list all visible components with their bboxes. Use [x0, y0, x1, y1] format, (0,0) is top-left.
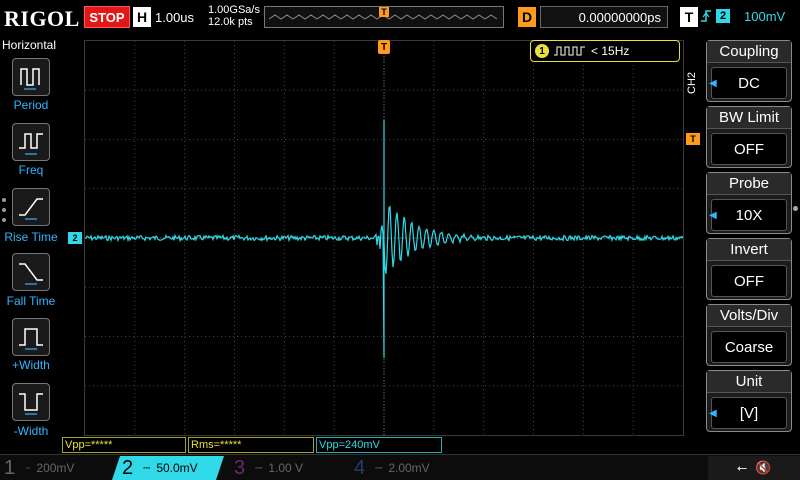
probe-value: 10X — [711, 199, 787, 231]
frequency-counter: 1 < 15Hz — [530, 40, 680, 62]
positive-width-label: +Width — [12, 358, 50, 372]
scroll-dot — [2, 208, 6, 212]
left-arrow-icon: ◀ — [709, 408, 717, 419]
sample-rate: 1.00GSa/s — [208, 4, 260, 16]
timebase-value[interactable]: 1.00us — [155, 10, 194, 25]
sound-muted-icon: 🔇 — [755, 460, 772, 475]
trigger-settings[interactable]: 2 100mV — [700, 8, 785, 24]
volts-div-value: Coarse — [711, 331, 787, 363]
delay-value[interactable]: 0.00000000ps — [540, 6, 668, 28]
measure-menu-title: Horizontal — [2, 38, 57, 52]
negative-width-icon — [19, 393, 43, 415]
probe-menu-item[interactable]: Probe 10X ◀ — [706, 172, 792, 234]
channel-3-scale: 1.00 V — [268, 461, 304, 475]
rise-time-button[interactable] — [12, 188, 50, 226]
invert-value: OFF — [711, 265, 787, 297]
scroll-dot — [2, 198, 6, 202]
channel-1-number: 1 — [4, 456, 16, 479]
trigger-level-marker[interactable]: T — [686, 133, 700, 145]
waveform-grid — [84, 41, 684, 435]
left-arrow-icon: ◀ — [709, 210, 717, 221]
delay-label: D — [518, 7, 536, 27]
invert-menu-item[interactable]: Invert OFF — [706, 238, 792, 300]
probe-title: Probe — [707, 173, 791, 195]
square-wave-icon — [554, 46, 585, 56]
unit-menu-item[interactable]: Unit [V] ◀ — [706, 370, 792, 432]
bw-limit-menu-item[interactable]: BW Limit OFF — [706, 106, 792, 168]
coupling-title: Coupling — [707, 41, 791, 63]
channel-3-status[interactable]: 3 ⎓ 1.00 V — [230, 456, 344, 480]
rise-time-icon — [19, 198, 43, 220]
positive-width-button[interactable] — [12, 318, 50, 356]
channel-4-number: 4 — [354, 456, 366, 479]
channel-1-scale: 200mV — [36, 461, 75, 475]
channel-1-status[interactable]: 1 ~ 200mV — [0, 456, 110, 480]
memory-depth: 12.0k pts — [208, 16, 253, 28]
negative-width-button[interactable] — [12, 383, 50, 421]
ch2-ground-marker[interactable]: 2 — [68, 232, 82, 244]
ch2-menu-side-label: CH2 — [686, 72, 698, 95]
memory-position-bar[interactable]: T — [264, 6, 504, 28]
rise-time-label: Rise Time — [4, 230, 58, 244]
freq-label: Freq — [18, 163, 44, 177]
system-status-area: ⭠ 🔇 — [708, 456, 800, 480]
horizontal-label: H — [133, 7, 151, 27]
measurement-1: Vpp=***** — [62, 437, 186, 453]
unit-value: [V] — [711, 397, 787, 429]
rising-edge-icon — [701, 10, 711, 22]
dc-coupling-icon: ⎓ — [375, 462, 383, 473]
scroll-dot — [793, 206, 798, 211]
positive-width-icon — [19, 328, 43, 350]
period-button[interactable] — [12, 58, 50, 96]
bw-limit-title: BW Limit — [707, 107, 791, 129]
invert-title: Invert — [707, 239, 791, 261]
left-arrow-icon: ◀ — [709, 78, 717, 89]
freq-icon — [19, 133, 43, 155]
measurement-2: Rms=***** — [188, 437, 314, 453]
channel-2-number: 2 — [122, 456, 134, 479]
volts-div-menu-item[interactable]: Volts/Div Coarse — [706, 304, 792, 366]
ch2-waveform — [84, 120, 684, 359]
dc-coupling-icon: ⎓ — [255, 462, 263, 473]
waveform-display[interactable] — [84, 40, 684, 436]
bw-limit-value: OFF — [711, 133, 787, 165]
run-stop-indicator[interactable]: STOP — [84, 6, 130, 28]
channel-2-status[interactable]: 2 ⎓ 50.0mV — [112, 456, 224, 480]
trigger-label: T — [680, 7, 698, 27]
scroll-dot — [2, 218, 6, 222]
trigger-source: 2 — [716, 9, 730, 23]
fall-time-icon — [19, 263, 43, 285]
ac-coupling-icon: ~ — [25, 463, 31, 473]
channel-4-scale: 2.00mV — [388, 461, 430, 475]
usb-icon: ⭠ — [736, 460, 748, 475]
trigger-level: 100mV — [744, 8, 786, 24]
brand-logo: RIGOL — [4, 6, 80, 31]
period-icon — [20, 68, 40, 90]
sample-rate-info: 1.00GSa/s 12.0k pts — [208, 4, 260, 28]
counter-value: < 15Hz — [591, 44, 630, 58]
counter-channel-badge: 1 — [535, 44, 549, 58]
fall-time-button[interactable] — [12, 253, 50, 291]
fall-time-label: Fall Time — [6, 294, 56, 308]
coupling-menu-item[interactable]: Coupling DC ◀ — [706, 40, 792, 102]
channel-3-number: 3 — [234, 456, 246, 479]
period-label: Period — [13, 98, 49, 112]
channel-4-status[interactable]: 4 ⎓ 2.00mV — [350, 456, 462, 480]
memory-trigger-marker: T — [379, 7, 389, 17]
volts-div-title: Volts/Div — [707, 305, 791, 327]
freq-button[interactable] — [12, 123, 50, 161]
dc-coupling-icon: ⎓ — [143, 462, 151, 473]
measurement-3: Vpp=240mV — [316, 437, 442, 453]
coupling-value: DC — [711, 67, 787, 99]
negative-width-label: -Width — [13, 424, 49, 438]
channel-2-scale: 50.0mV — [156, 461, 198, 475]
unit-title: Unit — [707, 371, 791, 393]
trigger-position-marker[interactable]: T — [378, 40, 390, 54]
